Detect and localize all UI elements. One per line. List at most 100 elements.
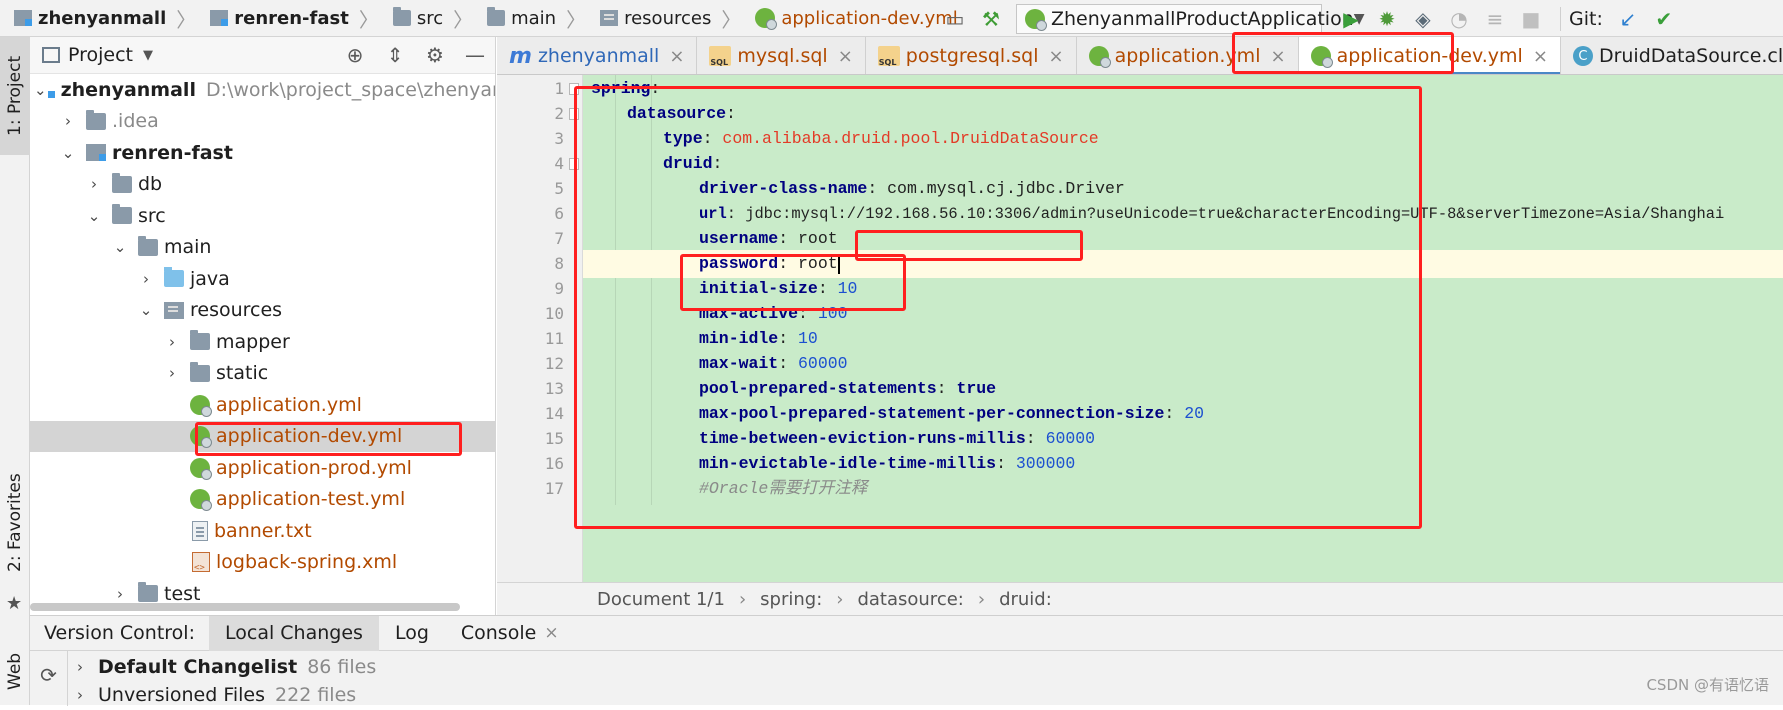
breadcrumb-spring[interactable]: spring: (760, 589, 822, 610)
profile-icon[interactable]: ◔ (1444, 4, 1474, 34)
chevron-right-icon[interactable]: › (110, 585, 130, 603)
spring-yml-icon (190, 489, 212, 512)
hide-minus-icon[interactable]: — (455, 43, 495, 67)
gear-icon[interactable]: ⚙ (415, 43, 455, 67)
yaml-key: url (699, 205, 727, 223)
yaml-value: true (956, 379, 997, 398)
yaml-value: 100 (817, 304, 848, 323)
close-icon[interactable]: × (838, 46, 853, 67)
refresh-icon[interactable]: ⟳ (30, 651, 68, 706)
tree-item-src[interactable]: ⌄ src (30, 200, 495, 232)
breadcrumb-separator: 〉 (721, 7, 742, 32)
document-indicator[interactable]: Document 1/1 (597, 589, 725, 610)
close-icon[interactable]: × (544, 623, 558, 643)
breadcrumb-src[interactable]: src 〉 (379, 0, 473, 37)
tab-application-dev-yml[interactable]: application-dev.yml × (1298, 37, 1561, 74)
web-tool-tab-label: Web (5, 652, 25, 690)
project-tool-tab[interactable]: 1: Project (0, 37, 30, 155)
chevron-down-icon[interactable]: ⌄ (110, 238, 130, 256)
tree-item-zhenyanmall[interactable]: ⌄ zhenyanmall D:\work\project_space\zhen… (30, 74, 495, 106)
fold-marker-icon[interactable] (569, 83, 579, 95)
horizontal-scrollbar[interactable] (30, 603, 460, 611)
project-panel: Project ▼ ⊕ ⇕ ⚙ — ⌄ zhenyanmall D:\work\… (30, 37, 496, 615)
favorites-tool-tab[interactable]: 2: Favorites (0, 457, 30, 589)
collapse-all-icon[interactable]: ⇕ (375, 43, 415, 67)
git-commit-icon[interactable]: ✔ (1649, 4, 1679, 34)
breadcrumb-main[interactable]: main 〉 (473, 0, 586, 37)
stop-icon[interactable]: ■ (1516, 4, 1546, 34)
tree-item-banner-txt[interactable]: banner.txt (30, 515, 495, 547)
tree-item-application-test-yml[interactable]: application-test.yml (30, 484, 495, 516)
fold-marker-icon[interactable] (569, 108, 579, 120)
project-view-title[interactable]: Project (68, 44, 133, 66)
breadcrumb-file[interactable]: application-dev.yml (741, 0, 958, 37)
debug-icon[interactable]: ✹ (1372, 4, 1402, 34)
spring-yml-icon (1310, 46, 1333, 68)
locate-target-icon[interactable]: ⊕ (335, 43, 375, 67)
tree-item-logback-spring-xml[interactable]: logback-spring.xml (30, 547, 495, 579)
chevron-down-icon[interactable]: ⌄ (34, 81, 47, 99)
xml-file-icon (192, 552, 210, 573)
close-icon[interactable]: × (669, 46, 684, 67)
close-icon[interactable]: × (1533, 46, 1548, 67)
tab-local-changes[interactable]: Local Changes (209, 615, 379, 651)
code-editor[interactable]: 1 2 3 4 5 6 7 8 9 10 11 12 13 14 15 16 1… (497, 75, 1783, 582)
chevron-down-icon[interactable]: ⌄ (84, 207, 104, 225)
chevron-right-icon[interactable]: › (162, 333, 182, 351)
tree-item-application-yml[interactable]: application.yml (30, 389, 495, 421)
breadcrumb-module[interactable]: renren-fast 〉 (196, 0, 379, 37)
breadcrumb-druid[interactable]: druid: (999, 589, 1052, 610)
tree-item-application-dev-yml[interactable]: application-dev.yml (30, 420, 495, 452)
tree-item-mapper[interactable]: › mapper (30, 326, 495, 358)
chevron-right-icon[interactable]: › (70, 658, 90, 676)
yaml-colon: : (712, 154, 723, 173)
tree-item-idea[interactable]: › .idea (30, 106, 495, 138)
tree-item-application-prod-yml[interactable]: application-prod.yml (30, 452, 495, 484)
breadcrumb-project[interactable]: zhenyanmall 〉 (0, 0, 196, 37)
tree-item-renren-fast[interactable]: ⌄ renren-fast (30, 137, 495, 169)
run-configuration-select[interactable]: ZhenyanmallProductApplication ▼ (1016, 3, 1365, 34)
chevron-right-icon[interactable]: › (162, 364, 182, 382)
module-icon (86, 144, 106, 162)
web-tool-tab[interactable]: Web (0, 637, 30, 705)
breadcrumb-resources[interactable]: resources 〉 (586, 0, 741, 37)
git-update-icon[interactable]: ↙ (1613, 4, 1643, 34)
tab-postgresql-sql[interactable]: postgresql.sql × (866, 37, 1077, 74)
tree-item-java[interactable]: › java (30, 263, 495, 295)
chevron-down-icon[interactable]: ▼ (143, 48, 153, 63)
close-icon[interactable]: × (1049, 46, 1064, 67)
breadcrumb-label: main (511, 7, 557, 29)
tab-mysql-sql[interactable]: mysql.sql × (697, 37, 866, 74)
tab-log[interactable]: Log (379, 616, 445, 651)
monitor-icon[interactable]: ▭ (940, 4, 970, 34)
build-hammer-icon[interactable]: ⚒ (976, 4, 1006, 34)
fold-marker-icon[interactable] (569, 158, 579, 170)
chevron-right-icon[interactable]: › (70, 686, 90, 704)
chevron-right-icon[interactable]: › (136, 270, 156, 288)
tab-druid-datasource-class[interactable]: C DruidDataSource.class × (1561, 37, 1783, 74)
tree-item-static[interactable]: › static (30, 358, 495, 390)
chevron-right-icon[interactable]: › (84, 175, 104, 193)
breadcrumb-datasource[interactable]: datasource: (857, 589, 963, 610)
changelist-unversioned[interactable]: › Unversioned Files 222 files (70, 679, 356, 710)
tab-label: zhenyanmall (537, 45, 660, 67)
breadcrumb-label: src (416, 7, 444, 29)
build-config-icon[interactable]: ≡ (1480, 4, 1510, 34)
tab-zhenyanmall[interactable]: m zhenyanmall × (497, 37, 698, 74)
chevron-down-icon[interactable]: ⌄ (58, 144, 78, 162)
git-label: Git: (1569, 7, 1603, 30)
chevron-down-icon[interactable]: ⌄ (136, 301, 156, 319)
chevron-right-icon[interactable]: › (58, 112, 78, 130)
yaml-value: 300000 (1015, 454, 1076, 473)
close-icon[interactable]: × (1270, 46, 1285, 67)
tree-item-resources[interactable]: ⌄ resources (30, 295, 495, 327)
tab-application-yml[interactable]: application.yml × (1077, 37, 1299, 74)
tree-item-main[interactable]: ⌄ main (30, 232, 495, 264)
changelist-default[interactable]: › Default Changelist 86 files (70, 651, 376, 682)
tab-console[interactable]: Console × (445, 616, 575, 651)
tree-item-db[interactable]: › db (30, 169, 495, 201)
sql-file-icon (709, 46, 732, 67)
yaml-key: username (699, 229, 779, 248)
run-icon[interactable]: ▶ (1336, 4, 1366, 34)
coverage-icon[interactable]: ◈ (1408, 4, 1438, 34)
